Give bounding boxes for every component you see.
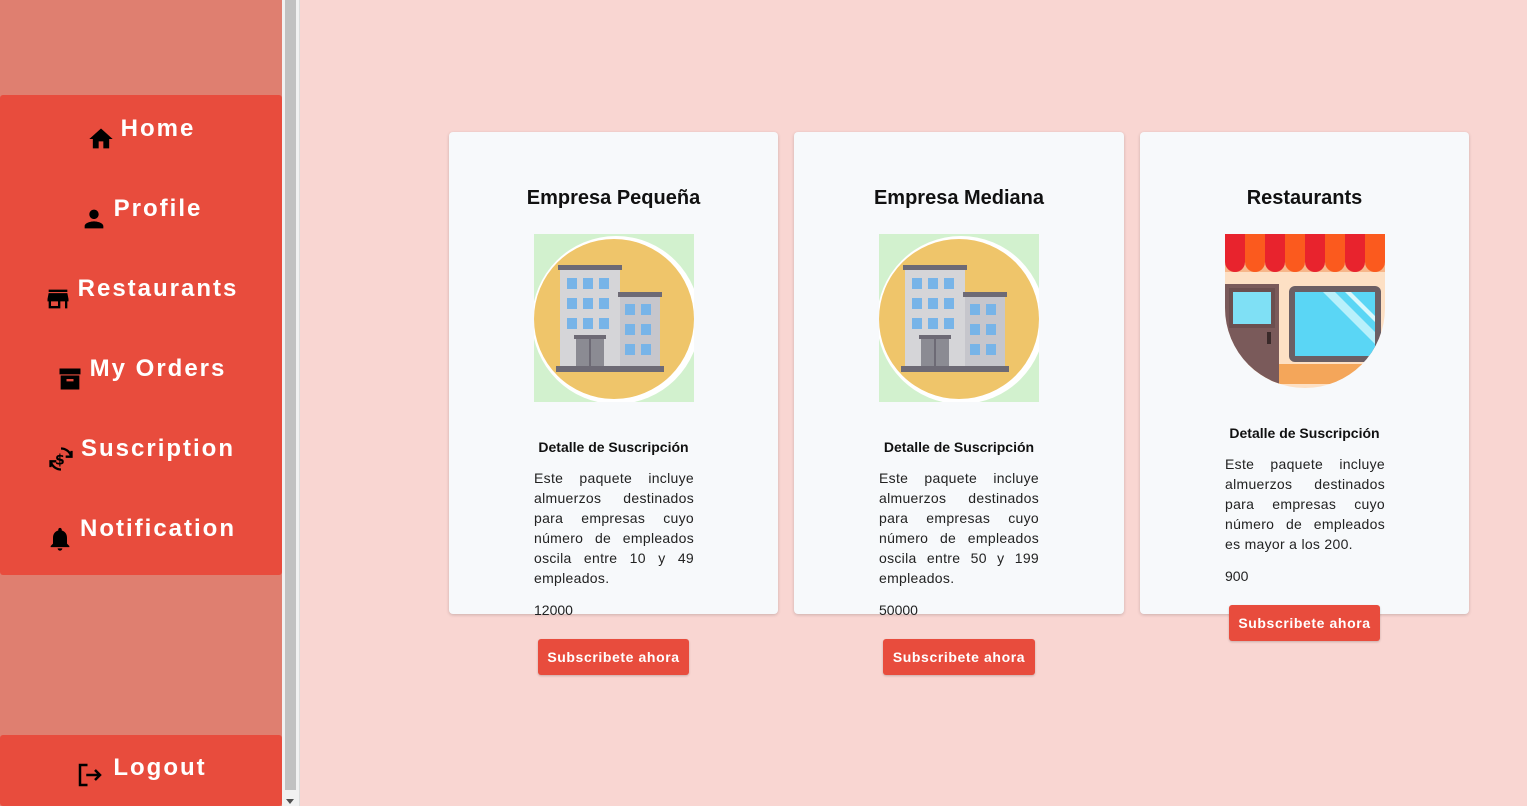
- card-price: 900: [1225, 568, 1249, 584]
- card-description: Este paquete incluye almuerzos destinado…: [534, 470, 694, 586]
- sidebar-item-label: My Orders: [89, 355, 227, 382]
- sidebar-item-label: Home: [120, 115, 196, 142]
- scroll-down-arrow-icon[interactable]: [286, 799, 294, 804]
- bell-icon: [46, 525, 74, 553]
- sidebar-item-label: Profile: [113, 195, 203, 222]
- sidebar-item-notification[interactable]: Notification: [0, 495, 282, 575]
- subscription-card-small-company: Empresa Pequeña Detalle de Suscripción E…: [449, 132, 778, 618]
- card-price: 12000: [534, 602, 573, 618]
- currency-exchange-icon: $: [47, 445, 75, 473]
- card-title: Empresa Pequeña: [526, 187, 701, 209]
- logout-label: Logout: [113, 753, 207, 781]
- subscription-card-medium-company: Empresa Mediana Detalle de Suscripción E…: [794, 132, 1124, 618]
- scrollbar-thumb[interactable]: [285, 0, 296, 790]
- sidebar-item-home[interactable]: Home: [0, 95, 282, 175]
- sidebar-item-my-orders[interactable]: My Orders: [0, 335, 282, 415]
- sidebar-nav: Home Profile Restaurants My Orders $ Sus…: [0, 95, 282, 575]
- sidebar-item-suscription[interactable]: $ Suscription: [0, 415, 282, 495]
- sidebar-item-label: Restaurants: [77, 275, 239, 302]
- sidebar-item-restaurants[interactable]: Restaurants: [0, 255, 282, 335]
- storefront-icon: [1225, 234, 1385, 388]
- card-price: 50000: [879, 602, 918, 618]
- sidebar-item-label: Suscription: [80, 435, 235, 462]
- logout-icon: [75, 760, 105, 790]
- card-subtitle: Detalle de Suscripción: [538, 439, 689, 455]
- home-icon: [87, 125, 115, 153]
- archive-icon: [56, 365, 84, 393]
- sidebar: Home Profile Restaurants My Orders $ Sus…: [0, 0, 282, 806]
- subscription-card-restaurants: Restaurants Detalle de Suscripción Este …: [1140, 132, 1469, 614]
- card-subtitle: Detalle de Suscripción: [1229, 425, 1380, 441]
- subscribe-button[interactable]: Subscribete ahora: [1229, 605, 1380, 641]
- svg-text:$: $: [55, 452, 67, 468]
- card-subtitle: Detalle de Suscripción: [883, 439, 1035, 455]
- sidebar-item-label: Notification: [80, 515, 236, 542]
- subscribe-button[interactable]: Subscribete ahora: [538, 639, 689, 675]
- card-title: Restaurants: [1246, 187, 1363, 209]
- card-description: Este paquete incluye almuerzos destinado…: [1225, 456, 1385, 552]
- card-title: Empresa Mediana: [873, 187, 1045, 209]
- office-building-icon: [877, 234, 1045, 404]
- office-building-icon: [532, 234, 700, 404]
- sidebar-scrollbar[interactable]: [282, 0, 300, 806]
- store-icon: [44, 285, 72, 313]
- subscribe-button[interactable]: Subscribete ahora: [883, 639, 1035, 675]
- card-description: Este paquete incluye almuerzos destinado…: [879, 470, 1039, 586]
- sidebar-item-profile[interactable]: Profile: [0, 175, 282, 255]
- person-icon: [80, 205, 108, 233]
- logout-button[interactable]: Logout: [0, 735, 282, 806]
